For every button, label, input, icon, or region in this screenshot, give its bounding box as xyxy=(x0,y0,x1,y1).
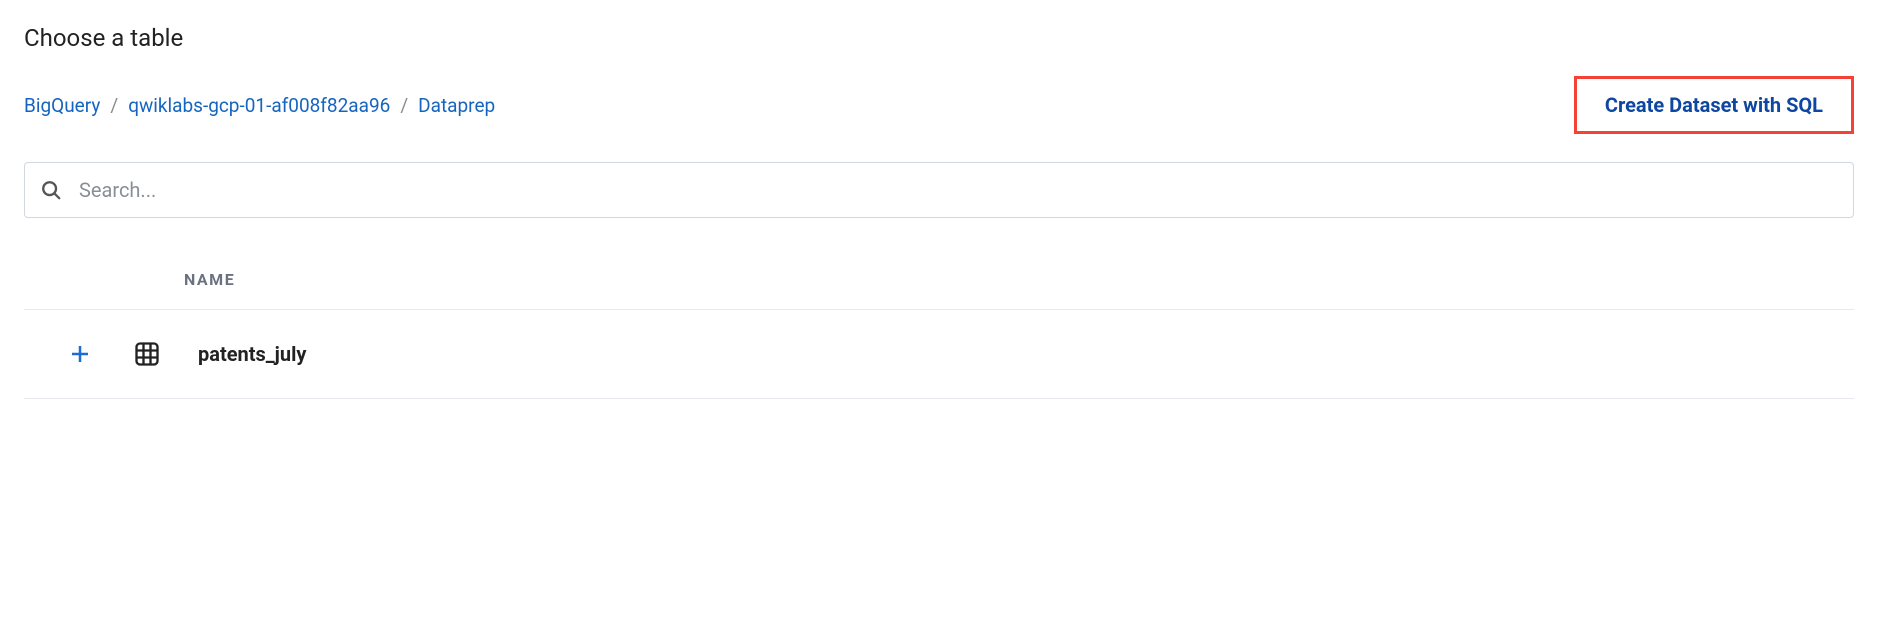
breadcrumb-separator: / xyxy=(108,94,120,117)
add-button[interactable] xyxy=(64,338,96,370)
breadcrumb: BigQuery / qwiklabs-gcp-01-af008f82aa96 … xyxy=(24,94,495,117)
table-row[interactable]: patents_july xyxy=(24,310,1854,399)
breadcrumb-link-project[interactable]: qwiklabs-gcp-01-af008f82aa96 xyxy=(128,94,390,117)
breadcrumb-separator: / xyxy=(398,94,410,117)
search-wrapper xyxy=(24,162,1854,218)
breadcrumb-link-bigquery[interactable]: BigQuery xyxy=(24,94,100,117)
search-input[interactable] xyxy=(24,162,1854,218)
breadcrumb-current: Dataprep xyxy=(418,94,495,117)
plus-icon xyxy=(68,342,92,366)
page-title: Choose a table xyxy=(24,24,1854,52)
header-row: BigQuery / qwiklabs-gcp-01-af008f82aa96 … xyxy=(24,76,1854,134)
table-icon xyxy=(132,339,162,369)
table-container: NAME patents_july xyxy=(24,250,1854,399)
table-row-name: patents_july xyxy=(198,342,306,366)
column-header-name: NAME xyxy=(184,270,235,289)
table-header: NAME xyxy=(24,250,1854,310)
create-dataset-sql-button[interactable]: Create Dataset with SQL xyxy=(1574,76,1854,134)
